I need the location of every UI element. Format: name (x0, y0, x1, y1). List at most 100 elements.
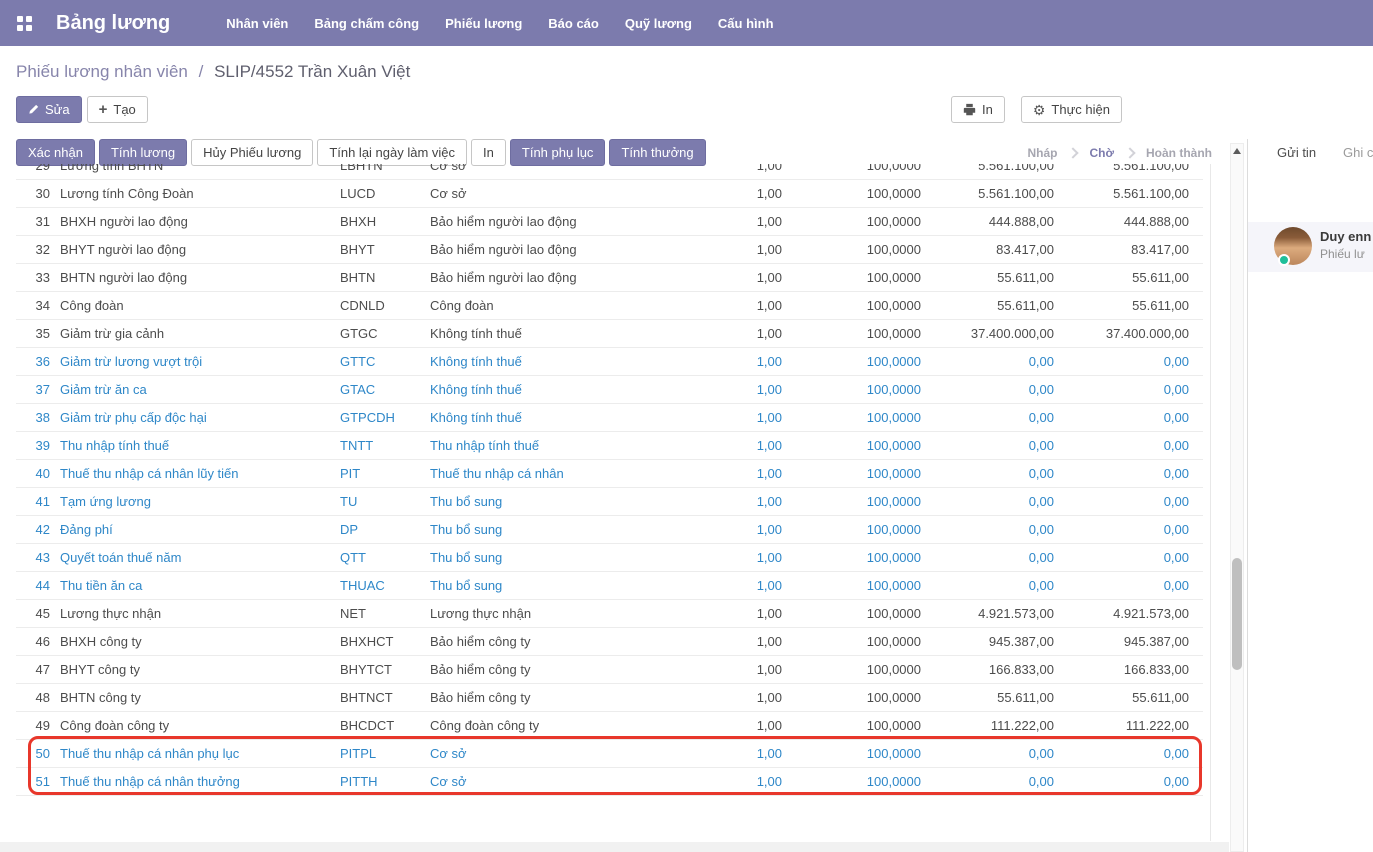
line-name[interactable]: Thu tiền ăn ca (52, 572, 336, 600)
line-code[interactable]: LUCD (336, 180, 426, 208)
line-amount[interactable]: 0,00 (924, 404, 1058, 432)
line-amount[interactable]: 0,00 (924, 572, 1058, 600)
line-category[interactable]: Bảo hiểm công ty (426, 628, 684, 656)
line-category[interactable]: Bảo hiểm công ty (426, 656, 684, 684)
vertical-scrollbar-thumb[interactable] (1232, 558, 1242, 670)
navbar-menu-item[interactable]: Cấu hình (718, 16, 774, 31)
line-quantity[interactable]: 1,00 (684, 348, 784, 376)
line-category[interactable]: Cơ sở (426, 740, 684, 768)
payslip-line-row[interactable]: 45 Lương thực nhận NET Lương thực nhận 1… (16, 600, 1203, 628)
line-number[interactable]: 51 (16, 768, 52, 796)
line-name[interactable]: Lương tính BHTN (52, 164, 336, 180)
line-rate[interactable]: 100,0000 (784, 628, 924, 656)
payslip-line-row[interactable]: 32 BHYT người lao động BHYT Bảo hiểm ngư… (16, 236, 1203, 264)
workflow-button[interactable]: In (471, 139, 506, 166)
line-total[interactable]: 444.888,00 (1058, 208, 1203, 236)
payslip-line-row[interactable]: 31 BHXH người lao động BHXH Bảo hiểm ngư… (16, 208, 1203, 236)
line-rate[interactable]: 100,0000 (784, 264, 924, 292)
payslip-line-row[interactable]: 49 Công đoàn công ty BHCDCT Công đoàn cô… (16, 712, 1203, 740)
line-amount[interactable]: 0,00 (924, 516, 1058, 544)
line-quantity[interactable]: 1,00 (684, 236, 784, 264)
line-code[interactable]: QTT (336, 544, 426, 572)
statusbar-state[interactable]: Hoàn thành (1114, 146, 1212, 160)
line-code[interactable]: CDNLD (336, 292, 426, 320)
line-code[interactable]: DP (336, 516, 426, 544)
line-total[interactable]: 945.387,00 (1058, 628, 1203, 656)
line-amount[interactable]: 0,00 (924, 488, 1058, 516)
line-quantity[interactable]: 1,00 (684, 768, 784, 796)
line-quantity[interactable]: 1,00 (684, 740, 784, 768)
line-quantity[interactable]: 1,00 (684, 600, 784, 628)
navbar-menu-item[interactable]: Phiếu lương (445, 16, 522, 31)
line-category[interactable]: Thu bổ sung (426, 572, 684, 600)
line-total[interactable]: 0,00 (1058, 432, 1203, 460)
line-quantity[interactable]: 1,00 (684, 544, 784, 572)
payslip-line-row[interactable]: 46 BHXH công ty BHXHCT Bảo hiểm công ty … (16, 628, 1203, 656)
line-name[interactable]: Lương thực nhận (52, 600, 336, 628)
line-code[interactable]: THUAC (336, 572, 426, 600)
line-name[interactable]: Công đoàn công ty (52, 712, 336, 740)
line-total[interactable]: 5.561.100,00 (1058, 180, 1203, 208)
line-number[interactable]: 34 (16, 292, 52, 320)
line-code[interactable]: GTAC (336, 376, 426, 404)
line-total[interactable]: 0,00 (1058, 572, 1203, 600)
line-number[interactable]: 30 (16, 180, 52, 208)
line-code[interactable]: BHTNCT (336, 684, 426, 712)
line-quantity[interactable]: 1,00 (684, 432, 784, 460)
line-number[interactable]: 45 (16, 600, 52, 628)
line-code[interactable]: PITTH (336, 768, 426, 796)
line-quantity[interactable]: 1,00 (684, 516, 784, 544)
line-quantity[interactable]: 1,00 (684, 180, 784, 208)
payslip-line-row[interactable]: 36 Giảm trừ lương vượt trội GTTC Không t… (16, 348, 1203, 376)
line-name[interactable]: Thuế thu nhập cá nhân thưởng (52, 768, 336, 796)
line-amount[interactable]: 83.417,00 (924, 236, 1058, 264)
workflow-button[interactable]: Tính lương (99, 139, 187, 166)
line-quantity[interactable]: 1,00 (684, 684, 784, 712)
statusbar-state[interactable]: Nháp (1027, 146, 1057, 160)
line-name[interactable]: Giảm trừ ăn ca (52, 376, 336, 404)
line-category[interactable]: Bảo hiểm công ty (426, 684, 684, 712)
line-amount[interactable]: 4.921.573,00 (924, 600, 1058, 628)
payslip-line-row[interactable]: 33 BHTN người lao động BHTN Bảo hiểm ngư… (16, 264, 1203, 292)
line-code[interactable]: GTTC (336, 348, 426, 376)
line-amount[interactable]: 0,00 (924, 460, 1058, 488)
line-amount[interactable]: 0,00 (924, 348, 1058, 376)
line-code[interactable]: GTPCDH (336, 404, 426, 432)
line-quantity[interactable]: 1,00 (684, 376, 784, 404)
line-number[interactable]: 37 (16, 376, 52, 404)
line-amount[interactable]: 0,00 (924, 376, 1058, 404)
payslip-line-row[interactable]: 34 Công đoàn CDNLD Công đoàn 1,00 100,00… (16, 292, 1203, 320)
send-message-tab[interactable]: Gửi tin (1277, 145, 1316, 160)
line-number[interactable]: 50 (16, 740, 52, 768)
line-total[interactable]: 166.833,00 (1058, 656, 1203, 684)
line-name[interactable]: Giảm trừ gia cảnh (52, 320, 336, 348)
line-rate[interactable]: 100,0000 (784, 488, 924, 516)
chatter-message[interactable]: Duy enn Phiếu lư (1248, 222, 1373, 272)
line-amount[interactable]: 0,00 (924, 740, 1058, 768)
payslip-line-row[interactable]: 50 Thuế thu nhập cá nhân phụ lục PITPL C… (16, 740, 1203, 768)
line-quantity[interactable]: 1,00 (684, 208, 784, 236)
workflow-button[interactable]: Tính phụ lục (510, 139, 606, 166)
line-rate[interactable]: 100,0000 (784, 404, 924, 432)
workflow-button[interactable]: Tính lại ngày làm việc (317, 139, 467, 166)
line-total[interactable]: 5.561.100,00 (1058, 164, 1203, 180)
line-code[interactable]: TNTT (336, 432, 426, 460)
line-quantity[interactable]: 1,00 (684, 320, 784, 348)
line-name[interactable]: Công đoàn (52, 292, 336, 320)
line-category[interactable]: Thu bổ sung (426, 516, 684, 544)
payslip-line-row[interactable]: 48 BHTN công ty BHTNCT Bảo hiểm công ty … (16, 684, 1203, 712)
line-amount[interactable]: 0,00 (924, 768, 1058, 796)
line-category[interactable]: Cơ sở (426, 164, 684, 180)
line-number[interactable]: 49 (16, 712, 52, 740)
line-number[interactable]: 43 (16, 544, 52, 572)
line-category[interactable]: Công đoàn (426, 292, 684, 320)
line-number[interactable]: 36 (16, 348, 52, 376)
line-number[interactable]: 39 (16, 432, 52, 460)
line-rate[interactable]: 100,0000 (784, 572, 924, 600)
edit-button[interactable]: Sửa (16, 96, 82, 123)
line-number[interactable]: 35 (16, 320, 52, 348)
payslip-line-row[interactable]: 44 Thu tiền ăn ca THUAC Thu bổ sung 1,00… (16, 572, 1203, 600)
line-category[interactable]: Bảo hiểm người lao động (426, 208, 684, 236)
apps-grid-icon[interactable] (17, 16, 32, 31)
line-code[interactable]: BHTN (336, 264, 426, 292)
